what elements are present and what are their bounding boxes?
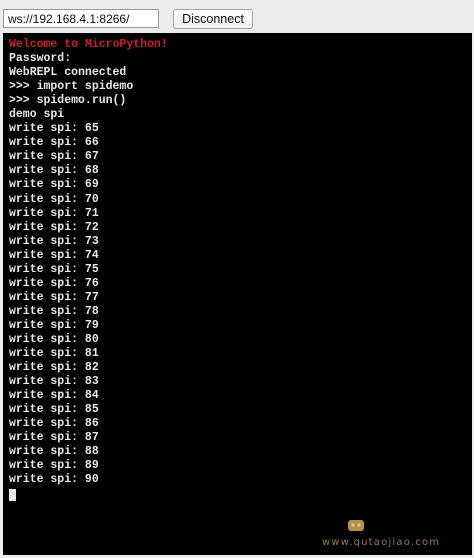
terminal-line: write spi: 82: [9, 361, 99, 375]
watermark-logo-icon: [348, 520, 364, 531]
prompt-line: [9, 488, 472, 502]
terminal-line: write spi: 78: [9, 304, 99, 318]
toolbar: Disconnect: [0, 0, 474, 34]
terminal-line: write spi: 77: [9, 290, 99, 304]
terminal-line: write spi: 76: [9, 276, 99, 290]
terminal-line: write spi: 89: [9, 459, 99, 473]
terminal-line: write spi: 68: [9, 164, 99, 178]
welcome-message: Welcome to MicroPython!: [9, 38, 168, 51]
watermark-text: www.qutaojiao.com: [322, 537, 441, 548]
disconnect-button[interactable]: Disconnect: [173, 9, 253, 29]
terminal-line: write spi: 88: [9, 445, 99, 459]
terminal-line: write spi: 73: [9, 234, 99, 248]
terminal-line: write spi: 65: [9, 122, 99, 136]
terminal-line: write spi: 67: [9, 150, 99, 164]
terminal-line: write spi: 85: [9, 403, 99, 417]
terminal-line: write spi: 71: [9, 206, 99, 220]
terminal-line: write spi: 84: [9, 389, 99, 403]
terminal-line: write spi: 69: [9, 178, 99, 192]
terminal-line: write spi: 90: [9, 473, 99, 487]
terminal-line: write spi: 74: [9, 248, 99, 262]
terminal-line: write spi: 83: [9, 375, 99, 389]
terminal-line: WebREPL connected: [9, 66, 127, 80]
terminal-line: write spi: 66: [9, 136, 99, 150]
terminal-line: write spi: 72: [9, 220, 99, 234]
terminal-line: write spi: 75: [9, 262, 99, 276]
terminal-line: demo spi: [9, 108, 65, 122]
terminal-line: >>> import spidemo: [9, 80, 134, 94]
terminal-line: write spi: 81: [9, 347, 99, 361]
terminal-line: >>> spidemo.run(): [9, 94, 127, 108]
terminal-output: Password: WebREPL connected >>> import spi…: [9, 52, 472, 487]
terminal-line: write spi: 87: [9, 431, 99, 445]
websocket-url-input[interactable]: [3, 9, 159, 28]
terminal[interactable]: Welcome to MicroPython! Password: WebREPL…: [3, 33, 472, 555]
terminal-line: write spi: 79: [9, 318, 99, 332]
text-cursor: [9, 488, 16, 501]
terminal-line: write spi: 70: [9, 192, 99, 206]
terminal-line: write spi: 80: [9, 332, 99, 346]
terminal-line: Password:: [9, 52, 72, 66]
terminal-line: write spi: 86: [9, 417, 99, 431]
